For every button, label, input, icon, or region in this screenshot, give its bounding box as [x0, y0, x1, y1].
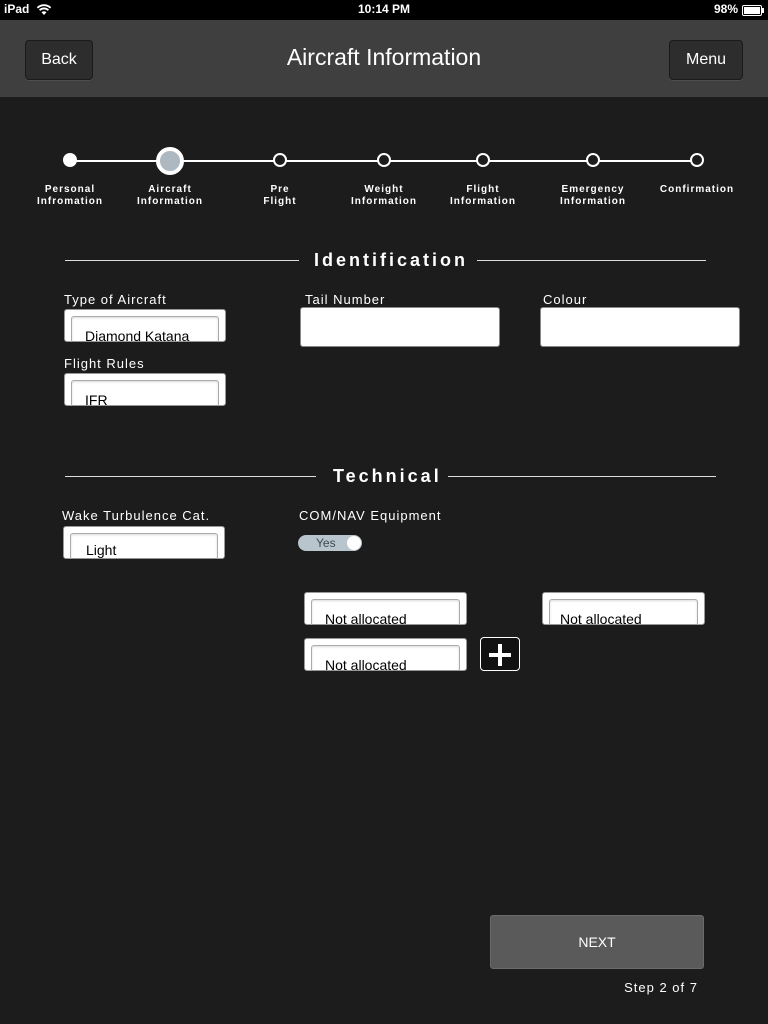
step-dot-icon	[690, 153, 704, 167]
step-label-line: Information	[351, 196, 417, 207]
step-dot-icon	[156, 147, 184, 175]
toggle-label: Yes	[316, 536, 336, 550]
colour-label: Colour	[543, 292, 588, 307]
toggle-knob	[347, 536, 361, 550]
com-nav-slot-3[interactable]: Not allocated	[304, 638, 467, 673]
step-dot-icon	[377, 153, 391, 167]
step-label-line: Confirmation	[659, 184, 735, 195]
flight-rules-label: Flight Rules	[64, 356, 145, 371]
progress-stepper: Personal Infromation Aircraft Information Pr…	[0, 140, 768, 220]
step-dot-icon	[586, 153, 600, 167]
step-label-line: Personal	[44, 184, 96, 195]
step-dot-icon	[476, 153, 490, 167]
technical-heading: Technical	[65, 466, 716, 486]
divider	[65, 476, 316, 477]
battery-percentage: 98%	[713, 2, 738, 16]
com-nav-slot-value: Not allocated	[560, 611, 642, 627]
step-label-line: Infromation	[37, 196, 103, 207]
com-nav-slot-value: Not allocated	[325, 657, 407, 673]
battery-icon	[742, 5, 764, 16]
step-label-line: Weight	[364, 184, 404, 195]
step-dot-icon	[273, 153, 287, 167]
add-equipment-button[interactable]	[480, 637, 520, 671]
com-nav-slot-2[interactable]: Not allocated	[542, 592, 705, 627]
next-button[interactable]: NEXT	[490, 915, 704, 969]
tail-number-label: Tail Number	[305, 292, 386, 307]
com-nav-slot-value: Not allocated	[325, 611, 407, 627]
navigation-bar: Back Aircraft Information Menu	[0, 20, 768, 97]
step-label-line: Emergency	[561, 184, 625, 195]
type-of-aircraft-value: Diamond Katana	[85, 328, 190, 344]
menu-button[interactable]: Menu	[669, 40, 743, 80]
type-of-aircraft-label: Type of Aircraft	[64, 292, 167, 307]
status-time: 10:14 PM	[357, 2, 411, 16]
wake-turbulence-select[interactable]: Light	[63, 526, 225, 559]
com-nav-slot-1[interactable]: Not allocated	[304, 592, 467, 627]
step-label: Flight Information	[428, 184, 538, 208]
step-dot-icon	[63, 153, 77, 167]
step-label: Emergency Information	[538, 184, 648, 208]
step-label-line: Flight	[263, 196, 297, 207]
step-label-line: Information	[560, 196, 626, 207]
wake-turbulence-label: Wake Turbulence Cat.	[62, 508, 211, 523]
wake-turbulence-value: Light	[86, 542, 117, 558]
status-bar: iPad 10:14 PM 98%	[0, 0, 768, 20]
identification-title: Identification	[314, 250, 468, 270]
identification-heading: Identification	[65, 250, 706, 270]
step-label: Confirmation	[642, 184, 752, 196]
technical-title: Technical	[333, 466, 442, 486]
step-label-line: Information	[450, 196, 516, 207]
step-label: Weight Information	[329, 184, 439, 208]
divider	[448, 476, 716, 477]
colour-field[interactable]	[540, 307, 740, 347]
step-label-line: Flight	[466, 184, 500, 195]
step-counter: Step 2 of 7	[624, 980, 698, 995]
com-nav-label: COM/NAV Equipment	[299, 508, 442, 523]
tail-number-field[interactable]	[300, 307, 500, 347]
divider	[477, 260, 706, 261]
com-nav-toggle[interactable]: Yes	[298, 535, 362, 551]
step-label-line: Information	[137, 196, 203, 207]
step-label: Aircraft Information	[115, 184, 225, 208]
step-label: Pre Flight	[225, 184, 335, 208]
flight-rules-select[interactable]: IFR	[64, 373, 226, 408]
flight-rules-value: IFR	[85, 392, 108, 408]
step-label-line: Aircraft	[148, 184, 192, 195]
divider	[65, 260, 299, 261]
type-of-aircraft-select[interactable]: Diamond Katana	[64, 309, 226, 344]
step-label: Personal Infromation	[15, 184, 125, 208]
page-title: Aircraft Information	[286, 44, 482, 70]
step-label-line: Pre	[270, 184, 290, 195]
